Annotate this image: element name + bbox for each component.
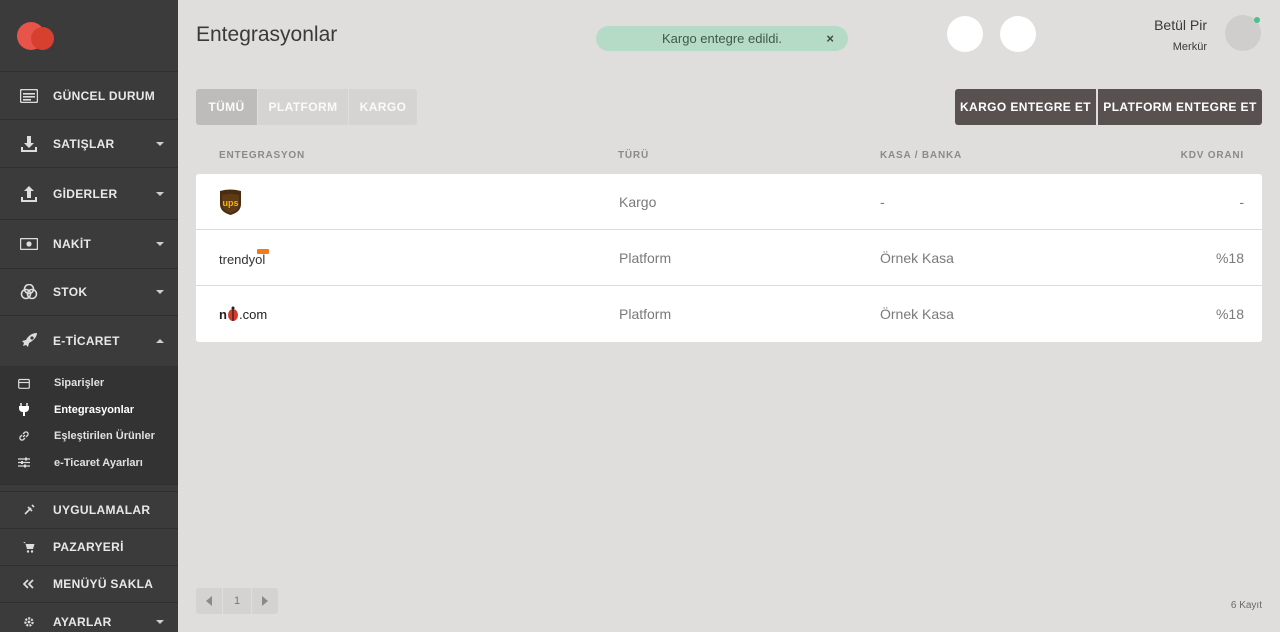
e-ticaret-submenu: Siparişler Entegrasyonlar Eşleştirilen Ü…: [0, 366, 178, 485]
tab-platform[interactable]: PLATFORM: [258, 89, 348, 125]
header-action-button-2[interactable]: [1000, 16, 1036, 52]
rocket-icon: [19, 331, 39, 351]
download-icon: [19, 134, 39, 154]
sidebar-item-uygulamalar[interactable]: UYGULAMALAR: [0, 492, 178, 529]
column-header-kdv-orani: KDV ORANI: [1180, 150, 1244, 161]
integration-type: Kargo: [619, 194, 657, 210]
page-title: Entegrasyonlar: [196, 23, 338, 46]
chevron-left-icon: [206, 596, 212, 606]
toast-message: Kargo entegre edildi.: [662, 31, 782, 46]
app-logo[interactable]: [0, 0, 178, 72]
table-row[interactable]: n .com Platform Örnek Kasa %18: [196, 286, 1262, 342]
filter-tabs: TÜMÜ PLATFORM KARGO: [196, 89, 417, 125]
tab-kargo[interactable]: KARGO: [349, 89, 417, 125]
svg-text:trendyol: trendyol: [219, 252, 265, 267]
sliders-icon: [17, 456, 31, 470]
sidebar: GÜNCEL DURUM SATIŞLAR GİDERLER NAKİT STO…: [0, 0, 178, 632]
sidebar-item-label: E-TİCARET: [53, 334, 120, 348]
pagination: 1: [196, 588, 278, 614]
chevron-down-icon: [156, 619, 164, 624]
dashboard-icon: [19, 86, 39, 106]
puzzle-icon: [19, 500, 39, 520]
sidebar-subitem-eticaret-ayarlari[interactable]: e-Ticaret Ayarları: [0, 450, 178, 477]
column-header-turu: TÜRÜ: [618, 150, 649, 161]
user-name: Betül Pir: [1154, 17, 1207, 33]
column-header-entegrasyon: ENTEGRASYON: [219, 150, 306, 161]
n11-logo: n .com: [219, 300, 273, 328]
kargo-entegre-et-button[interactable]: KARGO ENTEGRE ET: [955, 89, 1096, 125]
svg-text:n: n: [219, 307, 227, 322]
upload-icon: [19, 184, 39, 204]
sidebar-subitem-eslestirilen-urunler[interactable]: Eşleştirilen Ürünler: [0, 423, 178, 450]
chevron-down-icon: [156, 290, 164, 294]
sidebar-item-giderler[interactable]: GİDERLER: [0, 168, 178, 220]
sidebar-item-label: SATIŞLAR: [53, 136, 115, 151]
sidebar-item-e-ticaret[interactable]: E-TİCARET: [0, 316, 178, 366]
sidebar-item-guncel-durum[interactable]: GÜNCEL DURUM: [0, 72, 178, 120]
sidebar-subitem-label: Entegrasyonlar: [54, 403, 135, 416]
svg-text:ups: ups: [222, 198, 238, 208]
sidebar-subitem-label: e-Ticaret Ayarları: [54, 456, 143, 469]
chevron-right-icon: [262, 596, 268, 606]
tab-tumu[interactable]: TÜMÜ: [196, 89, 257, 125]
sidebar-item-label: PAZARYERİ: [53, 540, 124, 554]
sidebar-subitem-siparisler[interactable]: Siparişler: [0, 370, 178, 397]
sidebar-item-label: AYARLAR: [53, 614, 112, 629]
sidebar-item-label: STOK: [53, 285, 88, 299]
next-page-button[interactable]: [252, 588, 278, 614]
sidebar-item-label: GİDERLER: [53, 186, 118, 201]
cart-icon: [19, 537, 39, 557]
integration-kdv: -: [1239, 194, 1244, 210]
integration-type: Platform: [619, 250, 672, 266]
chevron-up-icon: [156, 339, 164, 343]
bag-icon: [17, 376, 31, 390]
user-role: Merkür: [1172, 41, 1207, 53]
table-row[interactable]: trendyol Platform Örnek Kasa %18: [196, 230, 1262, 286]
record-count: 6 Kayıt: [1230, 600, 1262, 611]
plug-icon: [17, 403, 31, 417]
integrations-table: ups Kargo - - trendyol Platform Örnek Ka…: [196, 174, 1262, 342]
sidebar-item-label: MENÜYÜ SAKLA: [53, 577, 154, 591]
sidebar-subitem-label: Eşleştirilen Ürünler: [54, 430, 155, 443]
sidebar-subitem-label: Siparişler: [54, 377, 105, 390]
chevron-down-icon: [156, 141, 164, 146]
trendyol-logo: trendyol: [219, 244, 275, 272]
integration-kdv: %18: [1215, 306, 1244, 322]
header-action-button-1[interactable]: [947, 16, 983, 52]
sidebar-item-label: UYGULAMALAR: [53, 503, 151, 517]
online-status-dot: [1254, 17, 1260, 23]
close-icon[interactable]: ×: [826, 31, 834, 46]
gear-icon: [19, 612, 39, 632]
sidebar-item-menuyu-sakla[interactable]: MENÜYÜ SAKLA: [0, 566, 178, 603]
chevron-down-icon: [156, 242, 164, 246]
integration-kasa: Örnek Kasa: [880, 250, 954, 266]
integration-kdv: %18: [1215, 250, 1244, 266]
page-number[interactable]: 1: [223, 588, 251, 614]
platform-entegre-et-button[interactable]: PLATFORM ENTEGRE ET: [1098, 89, 1262, 125]
table-row[interactable]: ups Kargo - -: [196, 174, 1262, 230]
boxes-icon: [19, 282, 39, 302]
sidebar-item-label: GÜNCEL DURUM: [53, 88, 156, 103]
integration-kasa: -: [880, 194, 885, 210]
double-chevron-left-icon: [19, 574, 39, 594]
ups-logo: ups: [219, 188, 242, 216]
sidebar-item-pazaryeri[interactable]: PAZARYERİ: [0, 529, 178, 566]
sidebar-item-ayarlar[interactable]: AYARLAR: [0, 603, 178, 632]
chevron-down-icon: [156, 191, 164, 196]
sidebar-subitem-entegrasyonlar[interactable]: Entegrasyonlar: [0, 397, 178, 424]
cash-icon: [19, 234, 39, 254]
prev-page-button[interactable]: [196, 588, 222, 614]
sidebar-item-nakit[interactable]: NAKİT: [0, 220, 178, 269]
integration-kasa: Örnek Kasa: [880, 306, 954, 322]
sidebar-item-label: NAKİT: [53, 237, 92, 251]
sidebar-item-stok[interactable]: STOK: [0, 269, 178, 316]
link-icon: [17, 429, 31, 443]
sidebar-item-satislar[interactable]: SATIŞLAR: [0, 120, 178, 168]
svg-text:.com: .com: [239, 307, 267, 322]
success-toast: Kargo entegre edildi. ×: [596, 26, 848, 51]
integration-type: Platform: [619, 306, 672, 322]
column-header-kasa-banka: KASA / BANKA: [880, 150, 963, 161]
